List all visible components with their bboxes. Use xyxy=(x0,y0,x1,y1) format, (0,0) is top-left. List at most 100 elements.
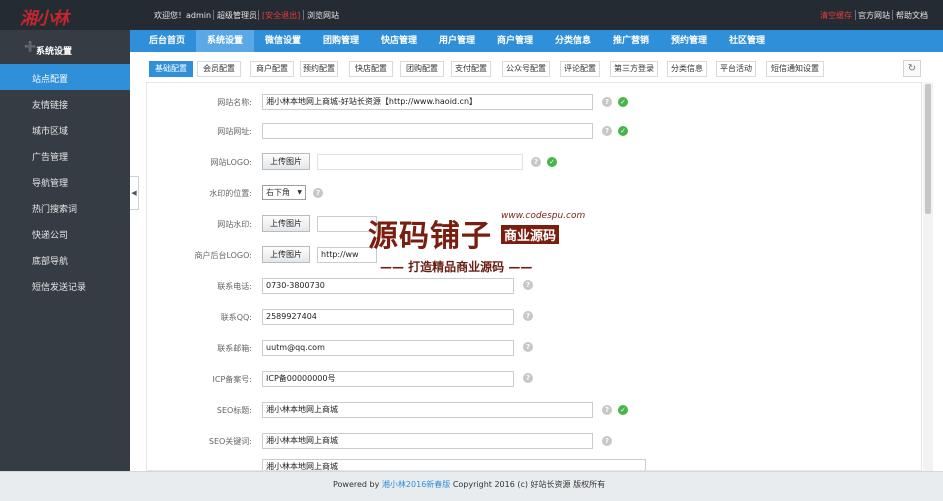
divider xyxy=(258,10,259,20)
main-nav: 后台首页 系统设置 微信设置 团购管理 快店管理 用户管理 商户管理 分类信息 … xyxy=(130,30,943,52)
site-name-input[interactable]: 湘小林本地网上商城-好站长资源【http://www.haoid.cn】 xyxy=(262,94,593,110)
tab-quick-shop[interactable]: 快店管理 xyxy=(370,30,428,52)
check-icon: ✓ xyxy=(547,157,557,167)
sidebar-item-site-config[interactable]: 站点配置 xyxy=(0,64,130,90)
sidebar-item-ads[interactable]: 广告管理 xyxy=(0,142,130,168)
tab-merchants[interactable]: 商户管理 xyxy=(486,30,544,52)
seo-description-textarea[interactable]: 湘小林本地网上商城 xyxy=(262,459,646,470)
sidebar-item-hot-search[interactable]: 热门搜索词 xyxy=(0,194,130,220)
form-scrollbar[interactable] xyxy=(923,82,933,471)
sidebar: ➕ 系统设置 站点配置 友情链接 城市区域 广告管理 导航管理 热门搜索词 快递… xyxy=(0,30,130,471)
form-row-logo: 网站LOGO: 上传图片 ? ✓ xyxy=(147,146,921,178)
watermark-brand-text: 源码铺子 xyxy=(368,219,492,254)
subtab-group-buy[interactable]: 团购配置 xyxy=(400,61,444,77)
qq-label: 联系QQ: xyxy=(220,313,252,322)
seo-keywords-input[interactable]: 湘小林本地网上商城 xyxy=(262,433,593,449)
upload-merchant-logo-button[interactable]: 上传图片 xyxy=(262,246,310,263)
watermark-position-value: 右下角 xyxy=(266,188,290,197)
powered-by-text: Powered by xyxy=(333,480,380,489)
tab-group-buy[interactable]: 团购管理 xyxy=(312,30,370,52)
tab-wechat[interactable]: 微信设置 xyxy=(254,30,312,52)
subtab-member[interactable]: 会员配置 xyxy=(197,61,241,77)
refresh-icon[interactable]: ↻ xyxy=(903,60,921,77)
site-url-input[interactable] xyxy=(262,123,593,139)
qq-input[interactable]: 2589927404 xyxy=(262,309,514,325)
form-row-email: 联系邮箱: uutm@qq.com ? xyxy=(147,332,921,364)
subtab-payment[interactable]: 支付配置 xyxy=(451,61,491,77)
email-input[interactable]: uutm@qq.com xyxy=(262,340,514,356)
scrollbar-thumb[interactable] xyxy=(925,84,931,214)
help-icon[interactable]: ? xyxy=(602,436,612,446)
subtab-merchant[interactable]: 商户配置 xyxy=(250,61,294,77)
subtab-classified[interactable]: 分类信息 xyxy=(667,61,707,77)
subtab-sms-notify[interactable]: 短信通知设置 xyxy=(766,61,824,77)
divider xyxy=(855,10,856,20)
subtab-third-party-login[interactable]: 第三方登录 xyxy=(610,61,658,77)
site-name-label: 网站名称: xyxy=(217,98,252,107)
watermark-position-select[interactable]: 右下角 ▼ xyxy=(262,185,306,200)
watermark-tag-text: 商业源码 xyxy=(501,225,560,244)
form-row-site-name: 网站名称: 湘小林本地网上商城-好站长资源【http://www.haoid.c… xyxy=(147,86,921,118)
upload-watermark-button[interactable]: 上传图片 xyxy=(262,215,310,232)
sidebar-section-header[interactable]: ➕ 系统设置 xyxy=(0,40,130,60)
sidebar-item-sms-log[interactable]: 短信发送记录 xyxy=(0,272,130,298)
subtab-official-account[interactable]: 公众号配置 xyxy=(502,61,550,77)
help-docs-link[interactable]: 帮助文档 xyxy=(896,10,928,21)
help-icon[interactable]: ? xyxy=(602,97,612,107)
help-icon[interactable]: ? xyxy=(602,126,612,136)
footer: Powered by 湘小林2016新春版 Copyright 2016 (c)… xyxy=(0,471,943,501)
footer-text: Powered by 湘小林2016新春版 Copyright 2016 (c)… xyxy=(333,479,605,490)
tab-classified[interactable]: 分类信息 xyxy=(544,30,602,52)
form-row-icp: ICP备案号: ICP备00000000号 ? xyxy=(147,363,921,395)
tab-community[interactable]: 社区管理 xyxy=(718,30,776,52)
site-logo: 湘小林 xyxy=(20,9,69,29)
logout-link[interactable]: [安全退出] xyxy=(262,10,300,21)
tab-promotion[interactable]: 推广营销 xyxy=(602,30,660,52)
check-icon: ✓ xyxy=(618,97,628,107)
watermark-slogan-text: —— 打造精品商业源码 —— xyxy=(380,260,533,274)
clear-cache-link[interactable]: 清空缓存 xyxy=(820,10,852,21)
sidebar-item-city-area[interactable]: 城市区域 xyxy=(0,116,130,142)
tab-booking[interactable]: 预约管理 xyxy=(660,30,718,52)
upload-logo-button[interactable]: 上传图片 xyxy=(262,153,310,170)
brand-link[interactable]: 湘小林2016新春版 xyxy=(382,480,450,489)
browse-site-link[interactable]: 浏览网站 xyxy=(307,10,339,21)
form-row-seo-title: SEO标题: 湘小林本地网上商城 ? ✓ xyxy=(147,394,921,426)
help-icon[interactable]: ? xyxy=(523,342,533,352)
merchant-logo-label: 商户后台LOGO: xyxy=(194,251,252,260)
config-sub-tabs: 基础配置 会员配置 商户配置 预约配置 快店配置 团购配置 支付配置 公众号配置… xyxy=(144,60,924,78)
role-link[interactable]: 超级管理员 xyxy=(217,10,257,21)
icp-label: ICP备案号: xyxy=(212,375,252,384)
sidebar-item-bottom-nav[interactable]: 底部导航 xyxy=(0,246,130,272)
sidebar-item-express[interactable]: 快递公司 xyxy=(0,220,130,246)
help-icon[interactable]: ? xyxy=(602,405,612,415)
logo-path-input[interactable] xyxy=(317,154,523,170)
help-icon[interactable]: ? xyxy=(523,311,533,321)
tab-users[interactable]: 用户管理 xyxy=(428,30,486,52)
help-icon[interactable]: ? xyxy=(523,280,533,290)
watermark-label: 网站水印: xyxy=(217,220,252,229)
subtab-platform-activity[interactable]: 平台活动 xyxy=(716,61,756,77)
tab-home[interactable]: 后台首页 xyxy=(138,30,196,52)
help-icon[interactable]: ? xyxy=(531,157,541,167)
help-icon[interactable]: ? xyxy=(313,188,323,198)
logo-label: 网站LOGO: xyxy=(210,158,252,167)
sidebar-item-navigation[interactable]: 导航管理 xyxy=(0,168,130,194)
watermark-overlay: 源码铺子 www.codespu.com 商业源码 —— 打造精品商业源码 —— xyxy=(368,211,585,281)
subtab-booking[interactable]: 预约配置 xyxy=(300,61,338,77)
form-row-seo-description: 湘小林本地网上商城 xyxy=(147,456,921,470)
official-site-link[interactable]: 官方网站 xyxy=(858,10,890,21)
seo-title-label: SEO标题: xyxy=(216,406,252,415)
subtab-quick-shop[interactable]: 快店配置 xyxy=(349,61,393,77)
seo-title-input[interactable]: 湘小林本地网上商城 xyxy=(262,402,593,418)
subtab-basic[interactable]: 基础配置 xyxy=(149,61,193,77)
welcome-text: 欢迎您！admin xyxy=(154,11,212,20)
form-row-seo-keywords: SEO关键词: 湘小林本地网上商城 ? xyxy=(147,425,921,457)
collapse-sidebar-toggle[interactable]: ◀ xyxy=(130,176,139,210)
help-icon[interactable]: ? xyxy=(523,373,533,383)
sidebar-item-friend-links[interactable]: 友情链接 xyxy=(0,90,130,116)
divider xyxy=(213,10,214,20)
subtab-comments[interactable]: 评论配置 xyxy=(560,61,600,77)
icp-input[interactable]: ICP备00000000号 xyxy=(262,371,514,387)
tab-system-settings[interactable]: 系统设置 xyxy=(196,30,254,52)
